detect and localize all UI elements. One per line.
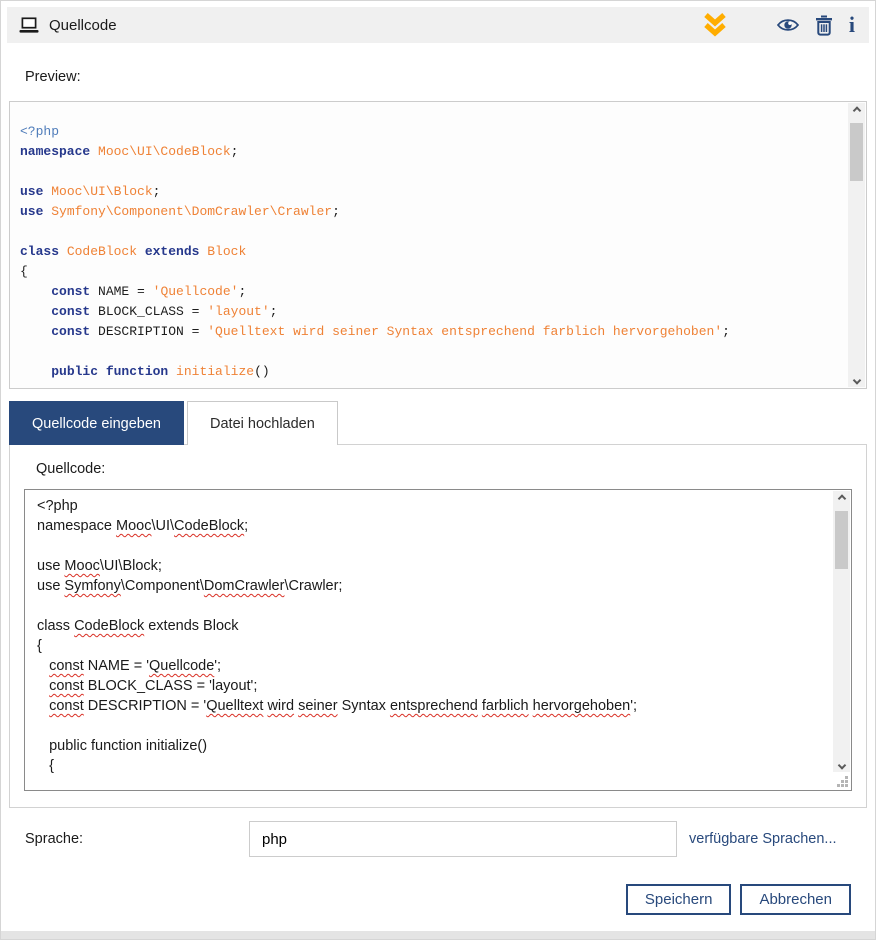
editor-scrollbar[interactable] [833, 491, 850, 772]
widget-footer-strip [1, 931, 875, 939]
preview-code: <?phpnamespace Mooc\UI\CodeBlock; use Mo… [10, 102, 866, 382]
editor-code: <?phpnamespace Mooc\UI\CodeBlock; use Mo… [25, 490, 851, 776]
editor-label: Quellcode: [36, 461, 852, 479]
editor-code-line: use Mooc\UI\Block; [37, 556, 821, 576]
quellcode-widget: Quellcode [0, 0, 876, 940]
eye-icon[interactable] [777, 17, 799, 33]
preview-code-line: class CodeBlock extends Block [20, 242, 836, 262]
preview-code-line [20, 342, 836, 362]
preview-code-line [20, 222, 836, 242]
widget-header: Quellcode [7, 7, 869, 43]
scroll-down-icon[interactable] [833, 755, 850, 772]
editor-code-line: namespace Mooc\UI\CodeBlock; [37, 516, 821, 536]
cancel-button[interactable]: Abbrechen [740, 884, 851, 915]
language-input[interactable] [249, 821, 677, 857]
preview-code-line: const BLOCK_CLASS = 'layout'; [20, 302, 836, 322]
preview-code-line: <?php [20, 122, 836, 142]
editor-code-line [37, 596, 821, 616]
scrollbar-thumb[interactable] [835, 511, 848, 569]
editor-code-line: use Symfony\Component\DomCrawler\Crawler… [37, 576, 821, 596]
language-label: Sprache: [25, 831, 249, 847]
preview-box: <?phpnamespace Mooc\UI\CodeBlock; use Mo… [9, 101, 867, 389]
tab-panel: Quellcode: <?phpnamespace Mooc\UI\CodeBl… [9, 444, 867, 808]
preview-code-line: public function initialize() [20, 362, 836, 382]
double-chevron-down-icon[interactable] [703, 12, 727, 38]
scroll-up-icon[interactable] [848, 103, 865, 120]
preview-code-line: const NAME = 'Quellcode'; [20, 282, 836, 302]
scrollbar-thumb[interactable] [850, 123, 863, 181]
scroll-down-icon[interactable] [848, 370, 865, 387]
editor-code-line [37, 716, 821, 736]
preview-code-line: use Mooc\UI\Block; [20, 182, 836, 202]
trash-icon[interactable] [815, 15, 833, 36]
preview-code-line [20, 162, 836, 182]
preview-code-line: const DESCRIPTION = 'Quelltext wird sein… [20, 322, 836, 342]
editor-code-line: <?php [37, 496, 821, 516]
laptop-icon [19, 17, 39, 34]
language-row: Sprache: verfügbare Sprachen... [1, 820, 867, 858]
preview-scrollbar[interactable] [848, 103, 865, 387]
editor-code-line: public function initialize() [37, 736, 821, 756]
preview-label: Preview: [25, 69, 875, 87]
preview-code-line: namespace Mooc\UI\CodeBlock; [20, 142, 836, 162]
source-code-textarea[interactable]: <?phpnamespace Mooc\UI\CodeBlock; use Mo… [24, 489, 852, 791]
editor-code-line [37, 536, 821, 556]
available-languages-link[interactable]: verfügbare Sprachen... [689, 831, 837, 847]
tab-datei-hochladen[interactable]: Datei hochladen [187, 401, 338, 445]
editor-code-line: { [37, 636, 821, 656]
editor-code-line: const BLOCK_CLASS = 'layout'; [37, 676, 821, 696]
editor-code-line: const NAME = 'Quellcode'; [37, 656, 821, 676]
tab-bar: Quellcode eingebenDatei hochladen [9, 401, 875, 445]
preview-code-line: { [20, 262, 836, 282]
resize-grip-icon[interactable] [836, 775, 849, 788]
editor-code-line: const DESCRIPTION = 'Quelltext wird sein… [37, 696, 821, 716]
widget-title: Quellcode [49, 17, 117, 34]
action-buttons: Speichern Abbrechen [1, 884, 851, 915]
preview-code-line: use Symfony\Component\DomCrawler\Crawler… [20, 202, 836, 222]
tab-quellcode-eingeben[interactable]: Quellcode eingeben [9, 401, 184, 445]
editor-code-line: { [37, 756, 821, 776]
scroll-up-icon[interactable] [833, 491, 850, 508]
save-button[interactable]: Speichern [626, 884, 732, 915]
editor-code-line: class CodeBlock extends Block [37, 616, 821, 636]
info-icon[interactable]: i [849, 14, 855, 36]
